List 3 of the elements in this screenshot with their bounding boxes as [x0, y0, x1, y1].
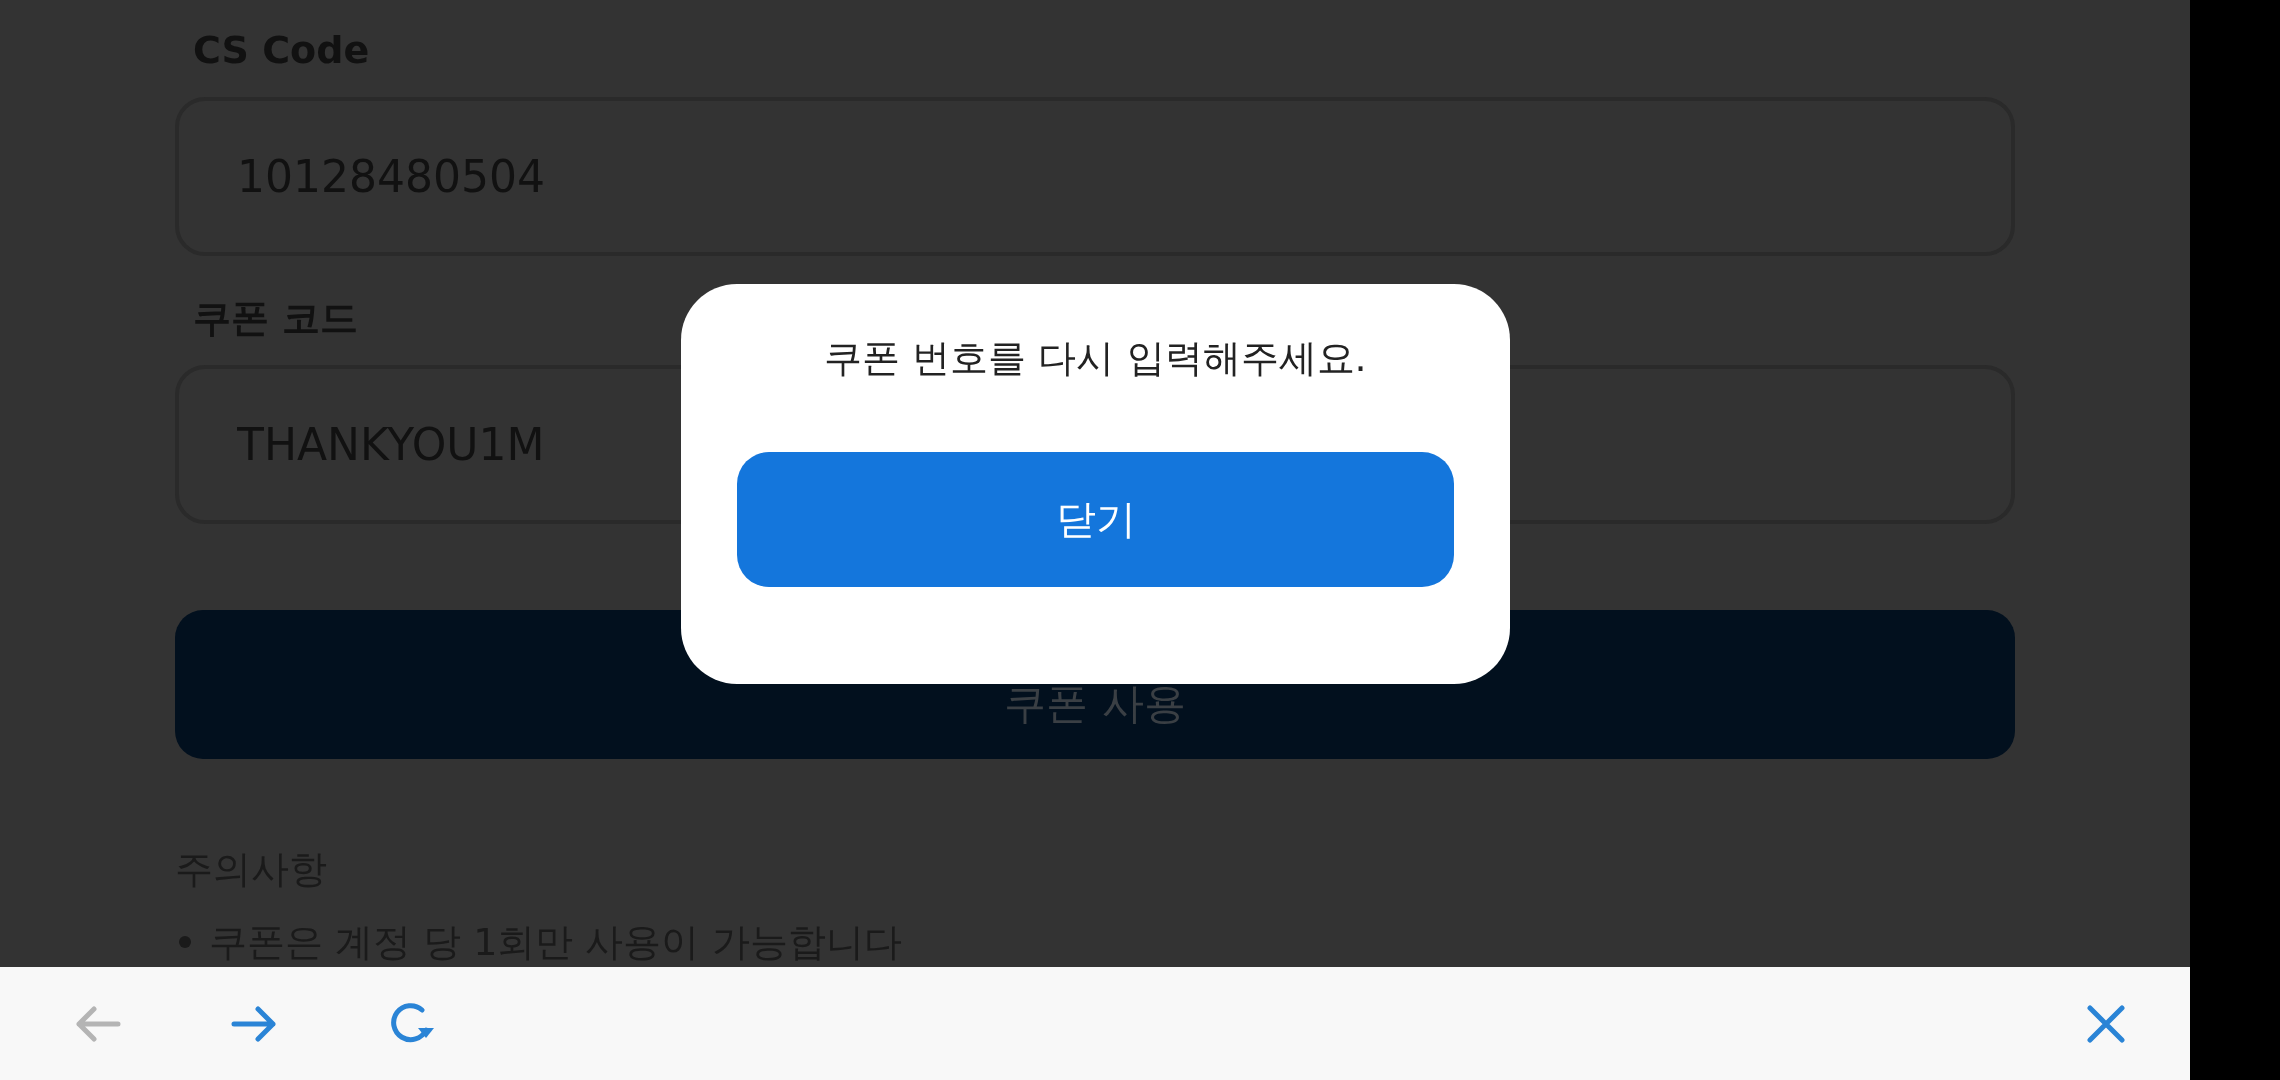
dialog-message: 쿠폰 번호를 다시 입력해주세요. [824, 335, 1367, 382]
close-dialog-button[interactable]: 닫기 [737, 452, 1454, 587]
bullet-icon [179, 936, 191, 948]
